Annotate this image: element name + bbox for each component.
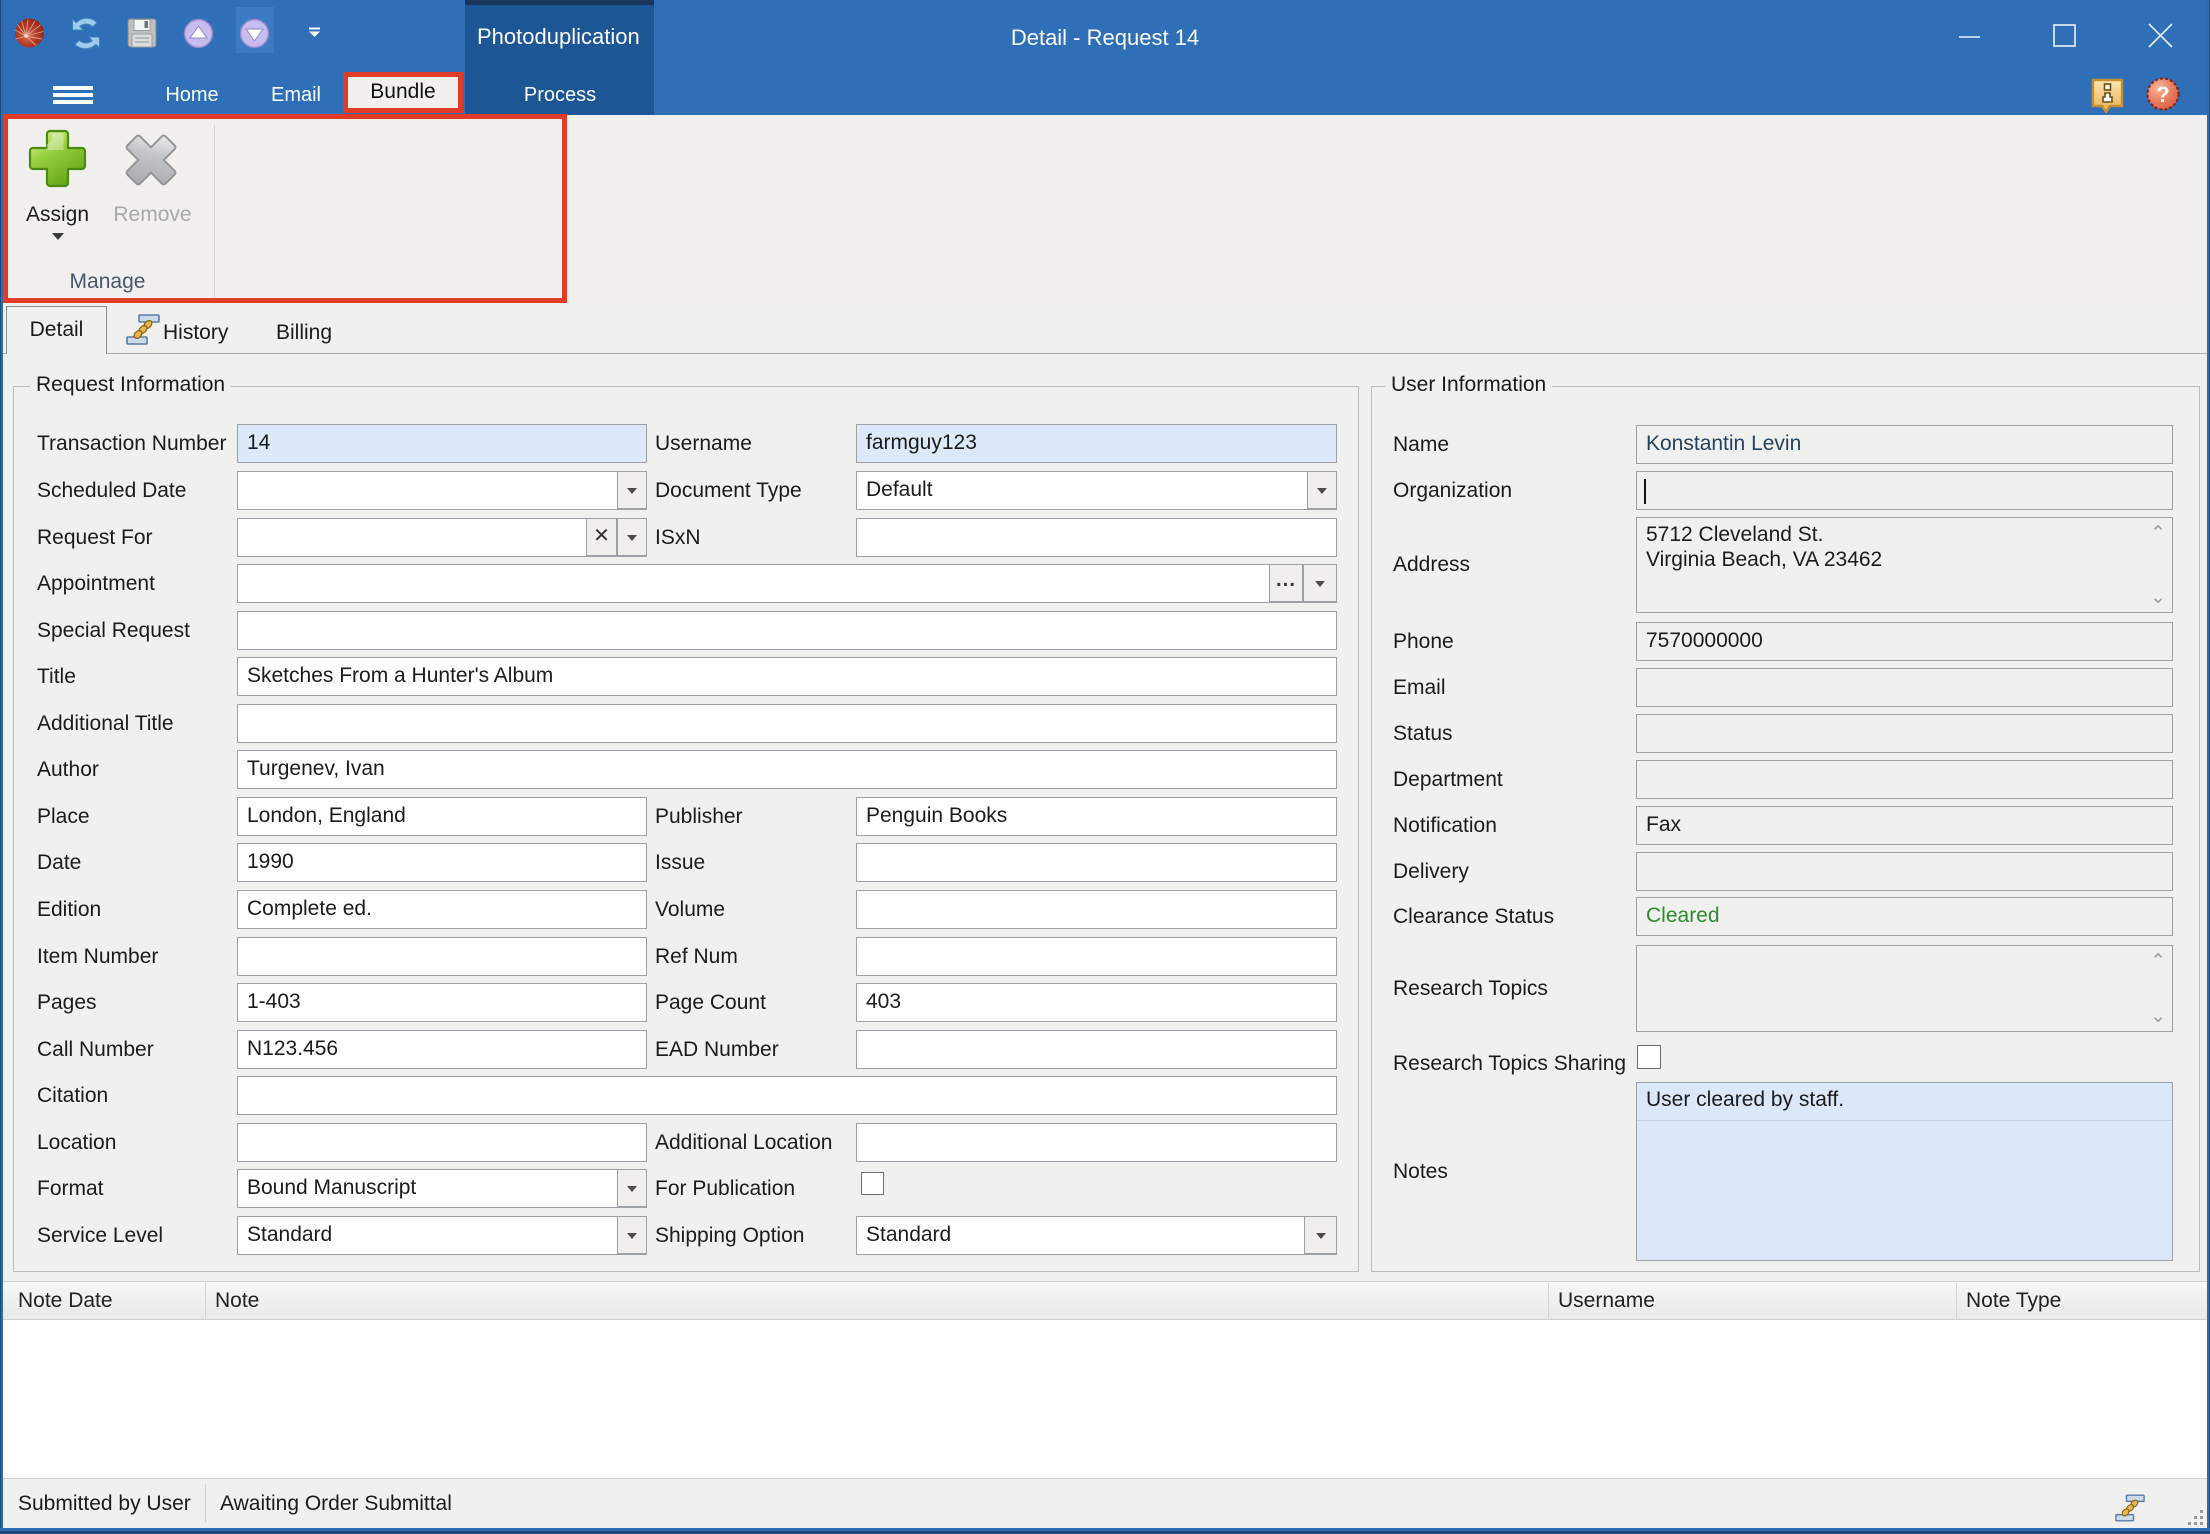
svg-text:?: ? [2156,82,2169,107]
